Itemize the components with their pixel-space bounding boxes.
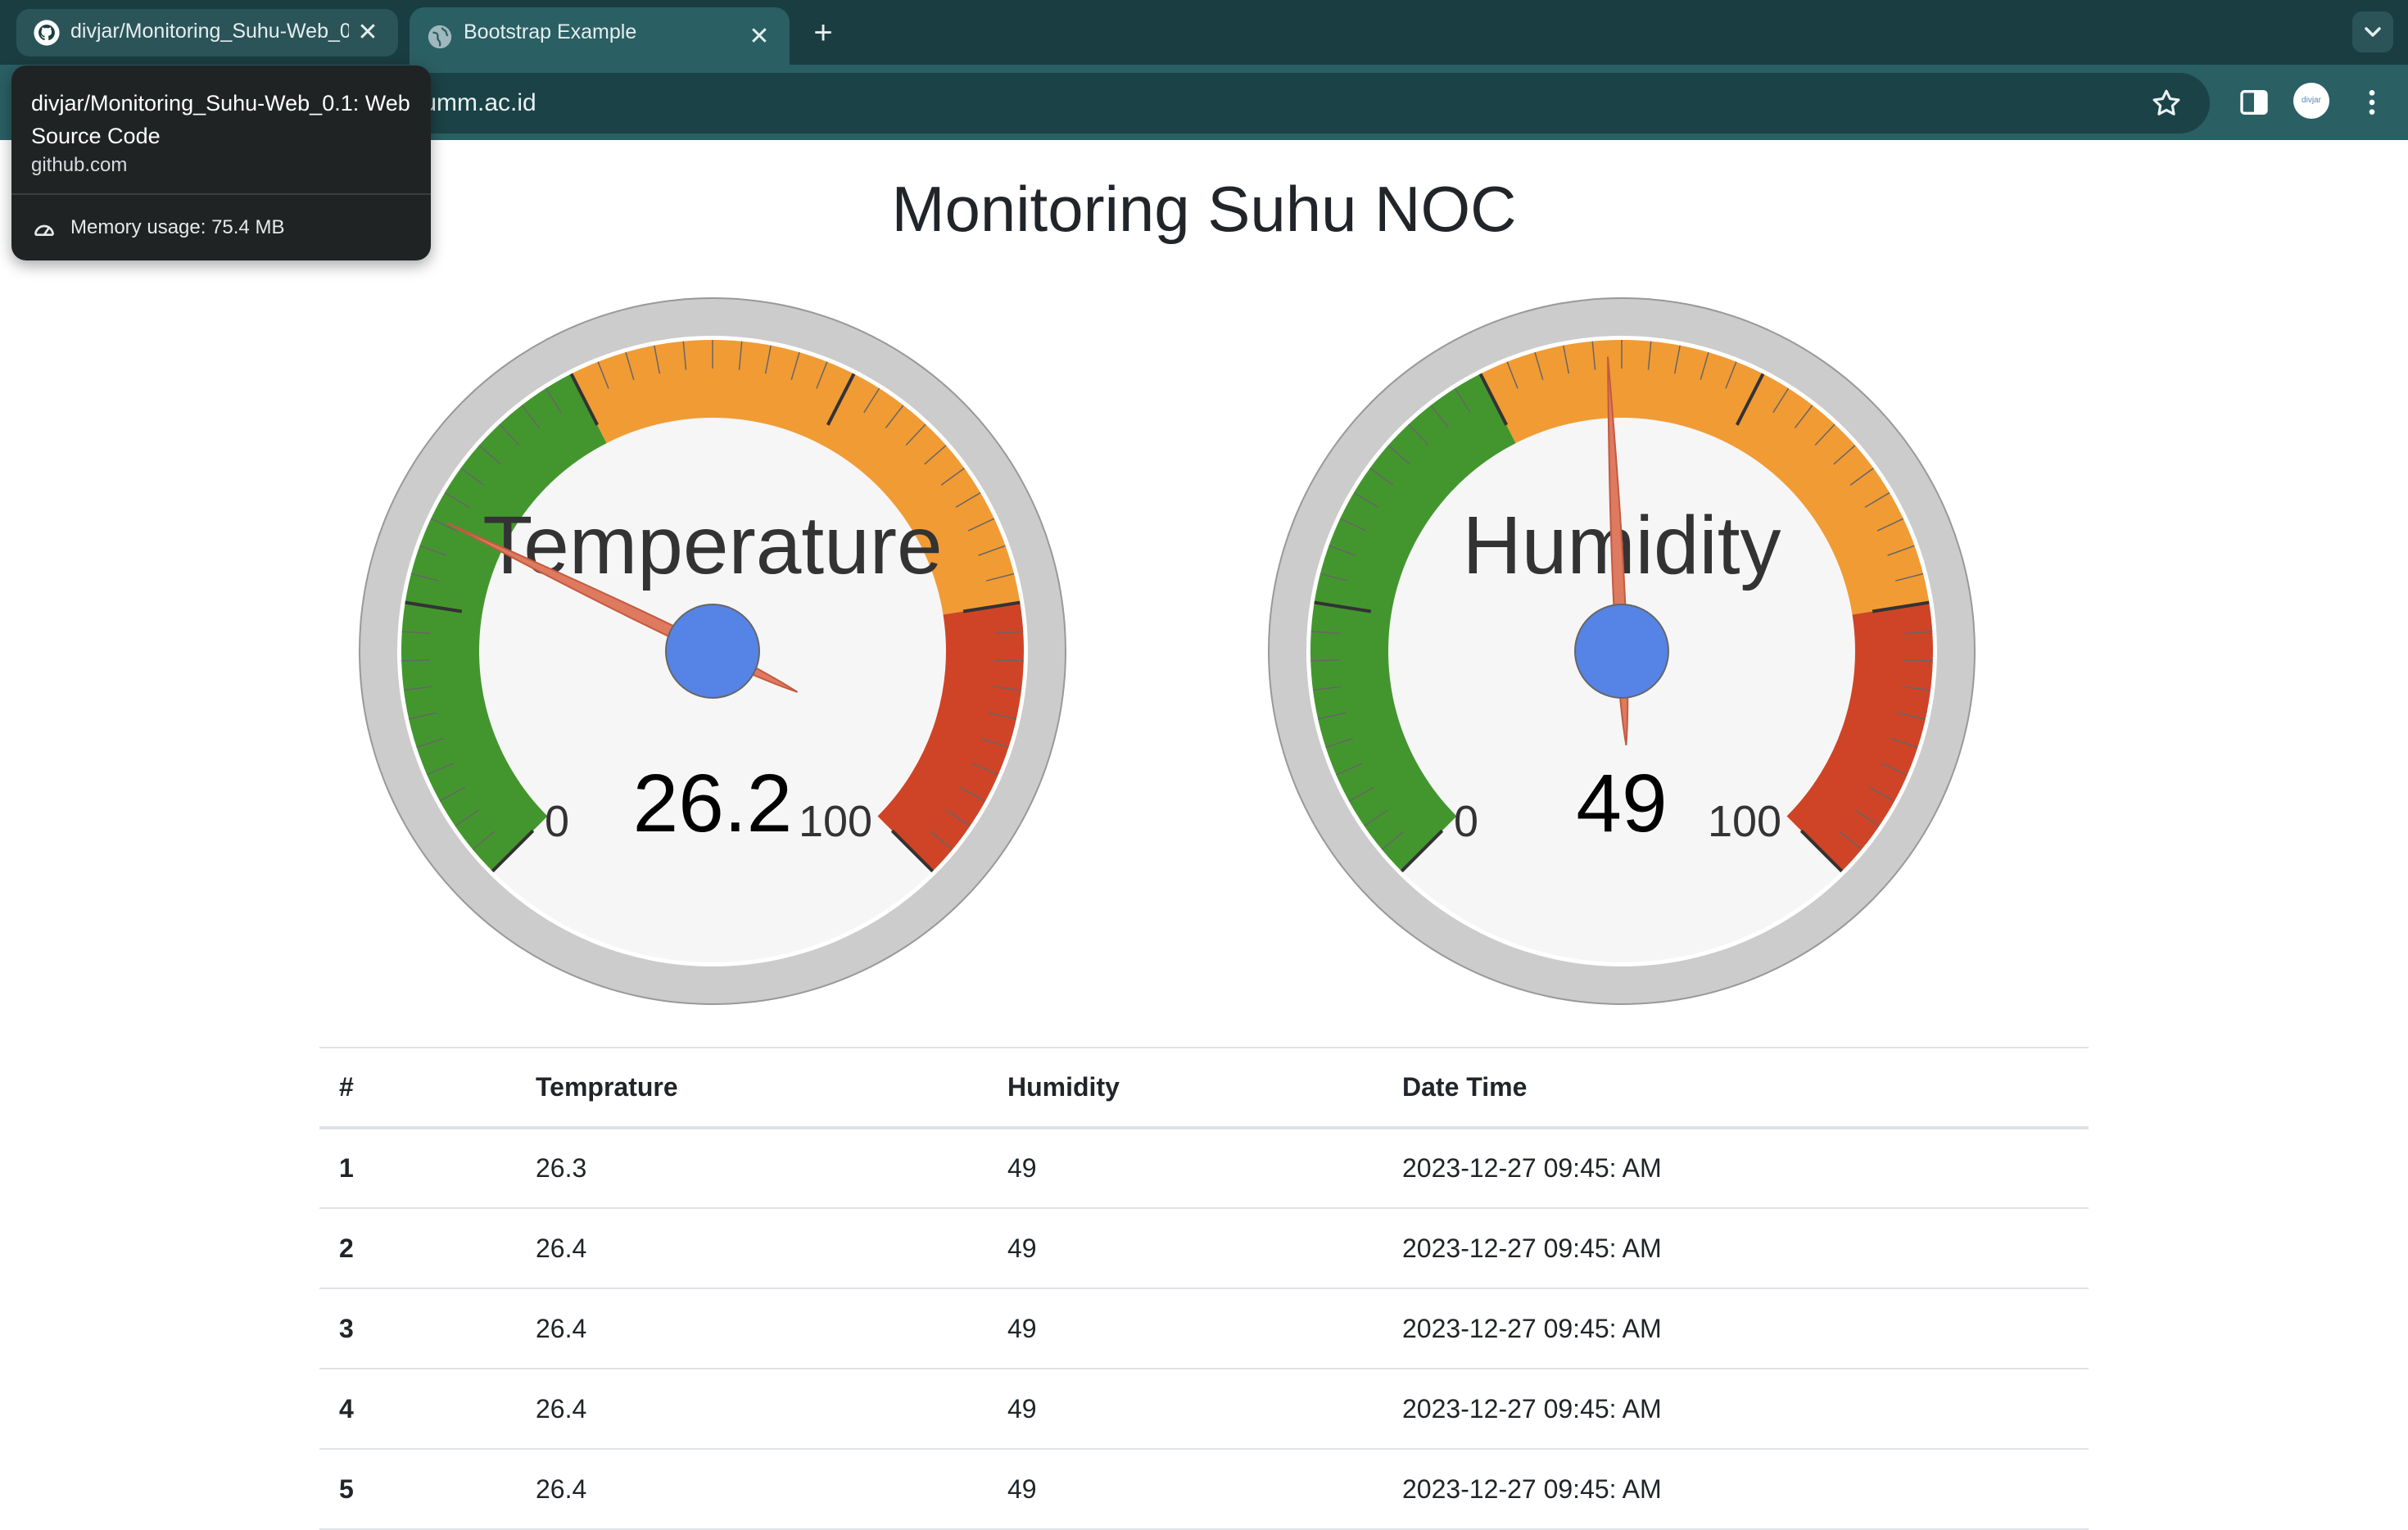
hover-card-domain: github.com [31,154,128,176]
gauge-max-label: 100 [1708,797,1781,846]
table-header-row: # Temprature Humidity Date Time [319,1048,2089,1128]
table-row: 1 26.3 49 2023-12-27 09:45: AM [319,1128,2089,1208]
table-row: 3 26.4 49 2023-12-27 09:45: AM [319,1288,2089,1369]
gauge-value: 26.2 [633,758,793,849]
chevron-down-icon [2365,27,2381,37]
cell-index: 5 [339,1473,354,1504]
memory-gauge-icon [34,224,54,236]
new-tab-button[interactable]: + [807,16,840,49]
cell-humidity: 49 [1007,1153,1037,1183]
cell-datetime: 2023-12-27 09:45: AM [1402,1233,1662,1263]
divider [11,193,431,195]
bookmark-star-icon[interactable] [2149,86,2184,120]
cell-temperature: 26.4 [536,1313,587,1343]
humidity-gauge: Humidity010049 [1268,297,1976,1005]
address-bar[interactable]: .umm.ac.id [197,73,2210,134]
temperature-gauge: Temperature0 10026.2 [359,297,1066,1005]
cell-humidity: 49 [1007,1473,1037,1504]
tab-title: divjar/Monitoring_Suhu-Web_0.1: Web Sour… [70,20,349,43]
table-row: 5 26.4 49 2023-12-27 09:45: AM [319,1449,2089,1529]
globe-icon [428,25,452,49]
tab-hover-card: divjar/Monitoring_Suhu-Web_0.1: Web Sour… [11,66,431,260]
tab-github[interactable]: divjar/Monitoring_Suhu-Web_0.1: Web Sour… [16,9,398,57]
tab-bootstrap-example[interactable]: Bootstrap Example ✕ [410,7,790,65]
cell-temperature: 26.4 [536,1233,587,1263]
cell-datetime: 2023-12-27 09:45: AM [1402,1153,1662,1183]
header-index: # [339,1072,354,1102]
table-row: 2 26.4 49 2023-12-27 09:45: AM [319,1208,2089,1288]
cell-index: 2 [339,1233,354,1263]
tab-title: Bootstrap Example [464,20,637,43]
cell-temperature: 26.4 [536,1473,587,1504]
cell-index: 4 [339,1393,354,1424]
table-row: 4 26.4 49 2023-12-27 09:45: AM [319,1369,2089,1449]
gauge-min-label: 0 [1454,797,1478,846]
tab-strip: divjar/Monitoring_Suhu-Web_0.1: Web Sour… [0,0,2408,65]
more-menu-icon[interactable] [2356,84,2388,120]
cell-temperature: 26.3 [536,1153,587,1183]
github-icon [34,20,60,46]
side-panel-icon[interactable] [2238,86,2270,119]
cell-datetime: 2023-12-27 09:45: AM [1402,1393,1662,1424]
gauge-needle-hub [665,604,760,699]
hover-card-title: divjar/Monitoring_Suhu-Web_0.1: Web Sour… [31,91,410,148]
url-text: .umm.ac.id [416,89,536,116]
cell-humidity: 49 [1007,1233,1037,1263]
cell-datetime: 2023-12-27 09:45: AM [1402,1313,1662,1343]
gauge-needle-hub [1574,604,1669,699]
cell-temperature: 26.4 [536,1393,587,1424]
gauge-max-label: 100 [799,797,872,846]
readings-table: # Temprature Humidity Date Time 1 26.3 4… [319,1047,2089,1530]
gauge-min-label: 0 [545,797,569,846]
cell-index: 1 [339,1153,354,1183]
cell-humidity: 49 [1007,1313,1037,1343]
gauge-value: 49 [1576,758,1667,849]
header-datetime: Date Time [1402,1072,1528,1102]
cell-index: 3 [339,1313,354,1343]
header-temperature: Temprature [536,1072,678,1102]
header-humidity: Humidity [1007,1072,1120,1102]
cell-humidity: 49 [1007,1393,1037,1424]
avatar[interactable]: divjar [2293,83,2329,119]
memory-usage: Memory usage: 75.4 MB [70,216,285,238]
cell-datetime: 2023-12-27 09:45: AM [1402,1473,1662,1504]
tab-search-button[interactable] [2352,11,2393,52]
close-icon[interactable]: ✕ [745,23,773,51]
close-icon[interactable]: ✕ [354,19,382,47]
